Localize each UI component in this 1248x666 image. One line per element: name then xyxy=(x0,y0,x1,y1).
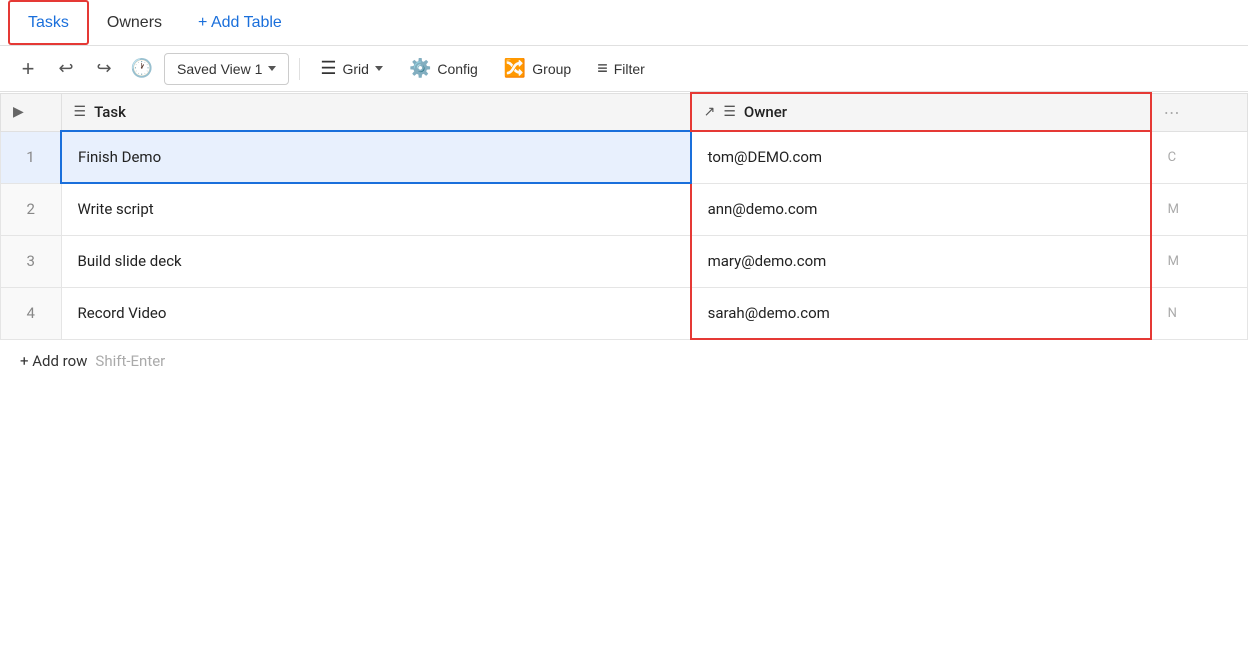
owner-cell[interactable]: mary@demo.com xyxy=(691,235,1151,287)
grid-icon: ☰ xyxy=(320,58,336,79)
grid-container: ▶ ☰ Task ↗ ☰ Owner xyxy=(0,92,1248,382)
task-cell[interactable]: Finish Demo xyxy=(61,131,691,183)
tab-owners[interactable]: Owners xyxy=(89,0,180,45)
extra-cell: M xyxy=(1151,183,1248,235)
config-icon: ⚙️ xyxy=(409,58,431,79)
add-row-button[interactable]: + Add row Shift-Enter xyxy=(0,340,1248,382)
tab-tasks[interactable]: Tasks xyxy=(8,0,89,45)
add-row-shortcut: Shift-Enter xyxy=(95,352,165,370)
task-cell[interactable]: Record Video xyxy=(61,287,691,339)
redo-button[interactable]: ↪ xyxy=(88,53,120,85)
header-owner[interactable]: ↗ ☰ Owner xyxy=(691,93,1151,131)
grid-chevron-icon xyxy=(375,66,383,71)
owner-col-sort-icon: ↗ xyxy=(704,104,716,120)
header-row-num: ▶ xyxy=(1,93,62,131)
group-label: Group xyxy=(532,61,571,77)
saved-view-button[interactable]: Saved View 1 xyxy=(164,53,289,85)
tab-bar: Tasks Owners + Add Table xyxy=(0,0,1248,46)
row-num-cell: 4 xyxy=(1,287,62,339)
owner-cell[interactable]: ann@demo.com xyxy=(691,183,1151,235)
add-button[interactable]: + xyxy=(12,53,44,85)
owner-cell[interactable]: tom@DEMO.com xyxy=(691,131,1151,183)
task-col-menu-icon: ☰ xyxy=(74,104,87,120)
filter-icon: ≡ xyxy=(597,58,608,79)
history-icon: 🕐 xyxy=(131,58,153,79)
toolbar-divider-1 xyxy=(299,58,300,80)
add-table-label: + Add Table xyxy=(198,14,282,32)
owner-col-menu-icon: ☰ xyxy=(723,104,736,120)
grid-label: Grid xyxy=(343,61,369,77)
group-button[interactable]: 🔀 Group xyxy=(494,53,581,85)
extra-cell: C xyxy=(1151,131,1248,183)
tab-tasks-label: Tasks xyxy=(28,14,69,32)
filter-button[interactable]: ≡ Filter xyxy=(587,53,655,85)
owner-col-label: Owner xyxy=(744,103,787,121)
undo-icon: ↩ xyxy=(58,58,73,79)
extra-cell: N xyxy=(1151,287,1248,339)
toolbar: + ↩ ↪ 🕐 Saved View 1 ☰ Grid ⚙️ Config 🔀 … xyxy=(0,46,1248,92)
header-task[interactable]: ☰ Task xyxy=(61,93,691,131)
header-row: ▶ ☰ Task ↗ ☰ Owner xyxy=(1,93,1248,131)
extra-cell: M xyxy=(1151,235,1248,287)
history-button[interactable]: 🕐 xyxy=(126,53,158,85)
add-row-label: + Add row xyxy=(20,352,87,370)
saved-view-label: Saved View 1 xyxy=(177,61,262,77)
tab-owners-label: Owners xyxy=(107,14,162,32)
extra-col-menu-icon: ⋯ xyxy=(1164,103,1180,122)
row-num-cell: 1 xyxy=(1,131,62,183)
task-cell[interactable]: Build slide deck xyxy=(61,235,691,287)
config-button[interactable]: ⚙️ Config xyxy=(399,53,488,85)
grid-button[interactable]: ☰ Grid xyxy=(310,53,393,85)
add-table-button[interactable]: + Add Table xyxy=(180,0,300,45)
task-cell[interactable]: Write script xyxy=(61,183,691,235)
row-expand-icon: ▶ xyxy=(13,104,24,120)
row-num-cell: 2 xyxy=(1,183,62,235)
header-extra: ⋯ xyxy=(1151,93,1248,131)
chevron-down-icon xyxy=(268,66,276,71)
group-icon: 🔀 xyxy=(504,58,526,79)
redo-icon: ↪ xyxy=(96,58,111,79)
filter-label: Filter xyxy=(614,61,645,77)
owner-cell[interactable]: sarah@demo.com xyxy=(691,287,1151,339)
config-label: Config xyxy=(437,61,477,77)
undo-button[interactable]: ↩ xyxy=(50,53,82,85)
grid-table: ▶ ☰ Task ↗ ☰ Owner xyxy=(0,92,1248,340)
task-col-label: Task xyxy=(94,103,126,121)
add-icon: + xyxy=(22,56,35,82)
row-num-cell: 3 xyxy=(1,235,62,287)
